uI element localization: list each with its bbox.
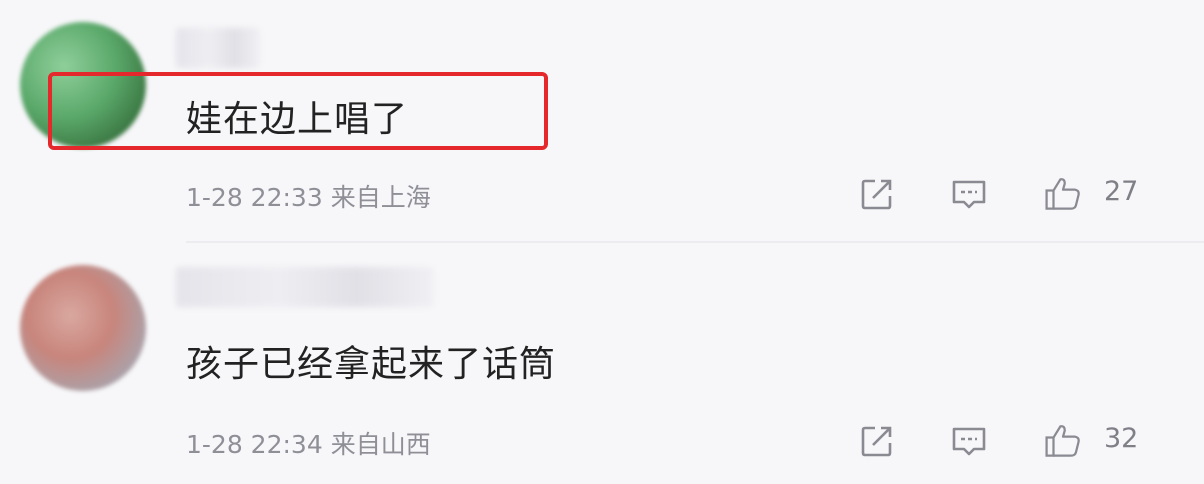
comment-actions: 27 bbox=[0, 174, 1204, 214]
avatar[interactable] bbox=[20, 265, 146, 391]
username-blurred[interactable] bbox=[176, 267, 434, 307]
comment-icon[interactable] bbox=[950, 175, 988, 213]
comment-text: 孩子已经拿起来了话筒 bbox=[186, 344, 557, 385]
comment-text: 娃在边上唱了 bbox=[186, 99, 409, 140]
comment-actions: 32 bbox=[0, 421, 1204, 461]
comment-icon[interactable] bbox=[950, 422, 988, 460]
thumbs-up-icon[interactable] bbox=[1044, 175, 1082, 213]
thumbs-up-icon[interactable] bbox=[1044, 422, 1082, 460]
comment-item: 娃在边上唱了 1-28 22:33 来自上海 27 bbox=[0, 0, 1204, 243]
share-icon[interactable] bbox=[858, 175, 896, 213]
share-icon[interactable] bbox=[858, 422, 896, 460]
username-blurred[interactable] bbox=[176, 28, 260, 68]
like-count: 32 bbox=[1104, 423, 1139, 454]
like-count: 27 bbox=[1104, 176, 1139, 207]
comment-item: 孩子已经拿起来了话筒 1-28 22:34 来自山西 32 bbox=[0, 243, 1204, 484]
